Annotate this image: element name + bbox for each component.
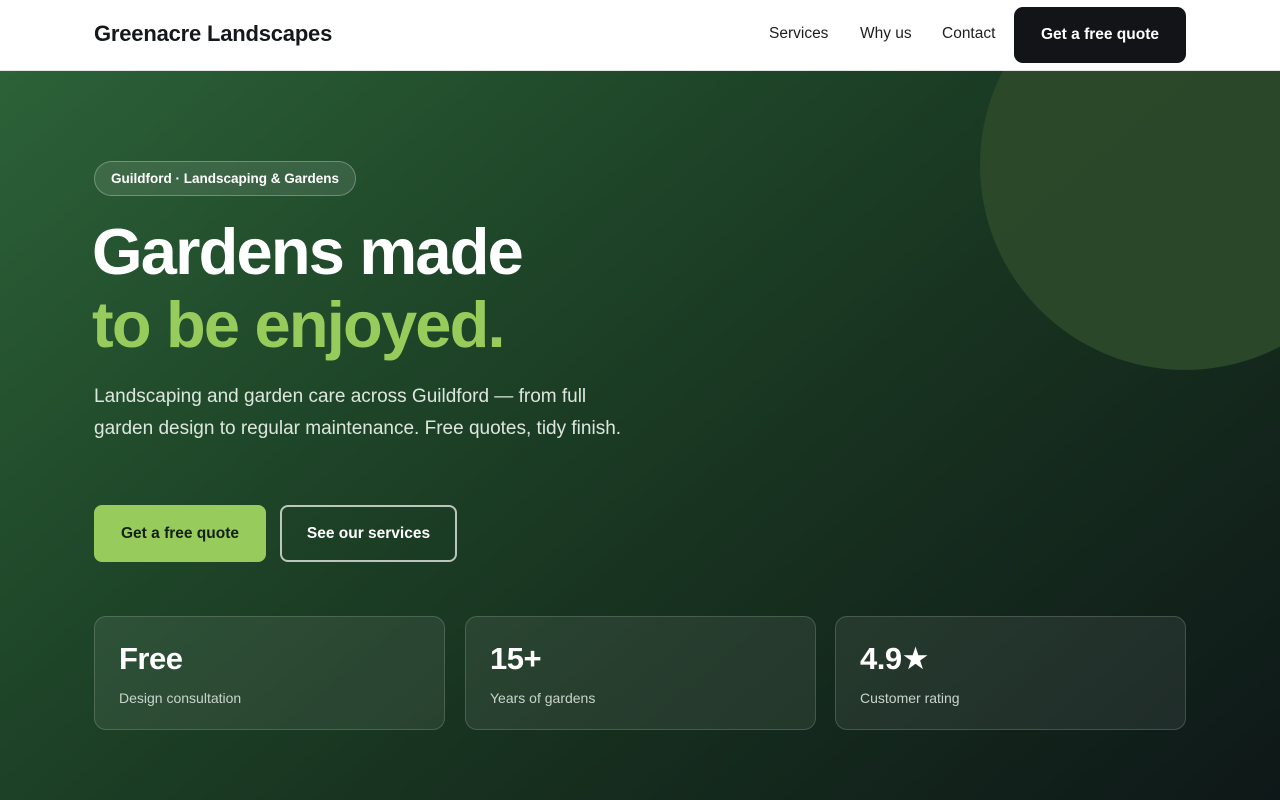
nav-link-why-us[interactable]: Why us <box>860 25 912 43</box>
stat-label: Design consultation <box>119 690 242 706</box>
stat-value: Free <box>119 641 183 676</box>
decorative-circle <box>980 71 1280 370</box>
location-badge: Guildford · Landscaping & Gardens <box>94 161 357 196</box>
stat-value: 15+ <box>490 641 542 676</box>
nav-link-services[interactable]: Services <box>769 25 828 43</box>
hero-subcopy: Landscaping and garden care across Guild… <box>94 386 622 439</box>
see-services-button[interactable]: See our services <box>280 505 457 562</box>
header-quote-button[interactable]: Get a free quote <box>1014 7 1186 63</box>
stat-label: Customer rating <box>860 690 960 706</box>
headline-line-2: to be enjoyed. <box>92 288 506 361</box>
hero-section: Guildford · Landscaping & Gardens Garden… <box>0 71 1280 800</box>
brand-logo[interactable]: Greenacre Landscapes <box>94 21 332 47</box>
site-header: Greenacre Landscapes Services Why us Con… <box>0 0 1280 71</box>
stat-value: 4.9★ <box>860 641 929 676</box>
stat-card-years: 15+ Years of gardens <box>465 616 816 730</box>
stat-card-consultation: Free Design consultation <box>94 616 445 730</box>
headline-line-1: Gardens made <box>92 215 524 288</box>
nav-link-contact[interactable]: Contact <box>942 25 995 43</box>
hero-headline: Gardens made to be enjoyed. <box>92 215 792 361</box>
stat-card-rating: 4.9★ Customer rating <box>835 616 1186 730</box>
get-quote-button[interactable]: Get a free quote <box>94 505 266 562</box>
stat-label: Years of gardens <box>490 690 596 706</box>
